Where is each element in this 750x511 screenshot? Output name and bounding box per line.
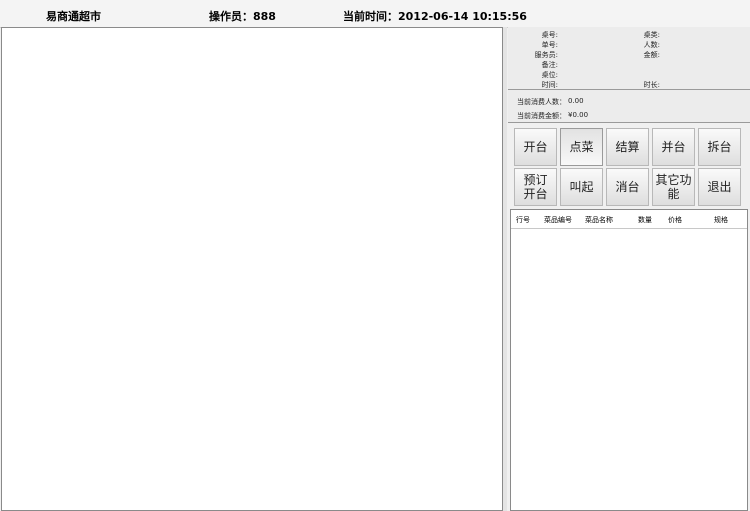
column-header-spec: 规格: [714, 216, 728, 224]
info-label-table-type: 桌类:: [643, 31, 660, 39]
clear-table-button[interactable]: 消台: [606, 168, 649, 206]
order-list-header: 行号 菜品编号 菜品名称 数量 价格 规格: [511, 210, 747, 229]
info-label-waiter: 服务员:: [534, 51, 558, 59]
amount-label: 当前消费金额：: [517, 112, 566, 120]
info-label-amount: 金额:: [643, 51, 660, 59]
store-name: 易商通超市: [46, 10, 101, 23]
table-layout-area[interactable]: [1, 27, 503, 511]
order-list-table[interactable]: 行号 菜品编号 菜品名称 数量 价格 规格: [510, 209, 748, 511]
checkout-button[interactable]: 结算: [606, 128, 649, 166]
order-dishes-button[interactable]: 点菜: [560, 128, 603, 166]
column-header-price: 价格: [668, 216, 682, 224]
info-label-table-no: 桌号:: [541, 31, 558, 39]
merge-table-button[interactable]: 并台: [652, 128, 695, 166]
operator-label: 操作员：888: [209, 10, 276, 23]
call-up-button[interactable]: 叫起: [560, 168, 603, 206]
reserve-table-button[interactable]: 预订 开台: [514, 168, 557, 206]
amount-value: ¥0.00: [568, 111, 589, 119]
column-header-dish-name: 菜品名称: [585, 216, 613, 224]
people-label: 当前消费人数：: [517, 98, 566, 106]
info-label-order-no: 单号:: [541, 41, 558, 49]
column-header-quantity: 数量: [638, 216, 652, 224]
exit-button[interactable]: 退出: [698, 168, 741, 206]
info-label-people: 人数:: [643, 41, 660, 49]
current-time: 当前时间：2012-06-14 10:15:56: [343, 10, 527, 23]
people-value: 0.00: [568, 97, 584, 105]
table-info-panel: 桌号: 单号: 服务员: 备注: 桌位: 时间: 桌类: 人数: 金额: 时长:: [508, 27, 750, 90]
other-functions-button[interactable]: 其它功 能: [652, 168, 695, 206]
split-table-button[interactable]: 拆台: [698, 128, 741, 166]
consumption-panel: 当前消费人数： 0.00 当前消费金额： ¥0.00: [508, 90, 750, 123]
top-bar: 易商通超市 操作员：888 当前时间：2012-06-14 10:15:56: [0, 0, 750, 28]
panel-divider[interactable]: [503, 27, 507, 511]
info-label-duration: 时长:: [643, 81, 660, 89]
column-header-row-no: 行号: [516, 216, 530, 224]
open-table-button[interactable]: 开台: [514, 128, 557, 166]
column-header-dish-code: 菜品编号: [544, 216, 572, 224]
info-label-seat: 桌位:: [541, 71, 558, 79]
info-label-time: 时间:: [541, 81, 558, 89]
info-label-remark: 备注:: [541, 61, 558, 69]
